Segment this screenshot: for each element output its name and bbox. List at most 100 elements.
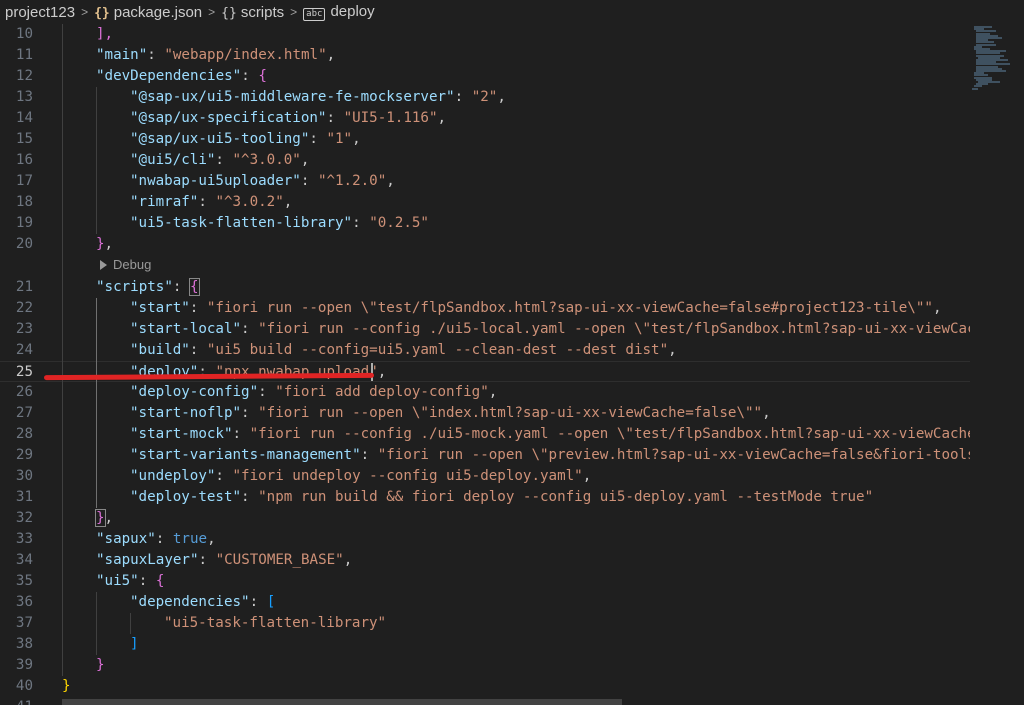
line-number: 39 [15,657,33,673]
code-token: "scripts" [96,279,173,295]
code-token: "nwabap-ui5uploader" [130,173,301,189]
code-text: ], [96,24,113,45]
code-line[interactable]: 28 "start-mock": "fiori run --config ./ui… [0,424,976,445]
line-number: 40 [15,678,33,694]
code-token: "ui5" [96,573,139,589]
chevron-right-icon: > [208,5,216,19]
code-line[interactable]: 26 "deploy-config": "fiori add deploy-con… [0,382,970,403]
code-token: { [258,68,267,84]
code-line[interactable]: 23 "start-local": "fiori run --config ./u… [0,319,976,340]
indent-guide [96,298,97,508]
code-token: "@sap/ux-ui5-tooling" [130,131,310,147]
code-token: "build" [130,342,190,358]
code-token: [ [266,594,276,610]
code-line[interactable]: 10], [0,24,970,45]
code-line[interactable]: 30 "undeploy": "fiori undeploy --config u… [0,466,970,487]
breadcrumb-item-scripts[interactable]: {} scripts [221,4,284,21]
code-token: : [258,384,276,400]
breadcrumb-item-file[interactable]: {} package.json [94,4,202,21]
code-line[interactable]: 17 "nwabap-ui5uploader": "^1.2.0", [0,171,970,192]
code-line[interactable]: 22 "start": "fiori run --open \"test/flpS… [0,298,970,319]
code-line[interactable]: 32}, [0,508,970,529]
code-token: : [147,47,165,63]
code-text: } [62,676,71,697]
code-token: : [241,321,259,337]
code-line[interactable]: 35 "ui5": { [0,571,970,592]
code-token: "sapux" [96,531,156,547]
code-text: "deploy-config": "fiori add deploy-confi… [130,382,497,403]
code-token: "fiori add deploy-config" [275,384,489,400]
code-token: "^1.2.0" [317,173,387,189]
code-token: : [198,552,216,568]
code-line[interactable]: 14 "@sap/ux-specification": "UI5-1.116", [0,108,970,129]
code-token: , [668,342,677,358]
chevron-right-icon: > [81,5,89,19]
breadcrumb-scripts-label: scripts [240,3,285,21]
code-token: "@ui5/cli" [130,152,216,168]
line-number: 35 [15,573,33,589]
code-token: : [138,573,156,589]
code-line[interactable]: 20}, [0,234,970,255]
line-number: 15 [15,131,33,147]
code-token: , [104,510,114,526]
code-line[interactable]: 39} [0,655,970,676]
code-line[interactable]: 27 "start-noflp": "fiori run --open \"ind… [0,403,970,424]
code-token: "UI5-1.116" [343,110,438,126]
code-line[interactable]: 18 "rimraf": "^3.0.2", [0,192,970,213]
play-icon [100,260,107,270]
line-number: 33 [15,531,33,547]
line-number: 17 [15,173,33,189]
code-line[interactable]: 38] [0,634,970,655]
line-number: 27 [15,405,33,421]
code-line[interactable]: 12 "devDependencies": { [0,66,970,87]
code-line[interactable]: 29 "start-variants-management": "fiori ru… [0,445,976,466]
code-line[interactable]: 16 "@ui5/cli": "^3.0.0", [0,150,970,171]
code-text: "dependencies": [ [130,592,275,613]
breadcrumb-deploy-label: deploy [330,3,375,20]
code-line[interactable]: 34 "sapuxLayer": "CUSTOMER_BASE", [0,550,970,571]
code-line[interactable]: 21 "scripts": { [0,277,970,298]
code-line[interactable]: 15 "@sap/ux-ui5-tooling": "1", [0,129,970,150]
breadcrumb: project123 > {} package.json > {} scripts … [0,0,1024,24]
code-text: "start-local": "fiori run --config ./ui5… [130,319,976,340]
code-token: : [249,594,267,610]
line-number: 12 [15,68,33,84]
code-token: : [215,468,233,484]
breadcrumb-item-deploy[interactable]: abc deploy [303,3,375,21]
minimap[interactable] [970,24,1024,705]
code-text: "ui5-task-flatten-library": "0.2.5" [130,213,429,234]
code-line[interactable]: 36 "dependencies": [ [0,592,970,613]
code-line[interactable]: 37 "ui5-task-flatten-library" [0,613,970,634]
code-line[interactable]: 24 "build": "ui5 build --config=ui5.yaml … [0,340,970,361]
line-number: 20 [15,236,33,252]
horizontal-scrollbar[interactable] [62,699,622,705]
code-token: , [437,110,447,126]
code-token: , [497,89,506,105]
code-token: : [352,215,370,231]
line-number: 34 [15,552,33,568]
line-number: 11 [15,47,33,63]
code-token: "@sap/ux-specification" [130,110,327,126]
code-line[interactable]: 40} [0,676,970,697]
code-token: : [360,447,378,463]
code-line[interactable]: 19 "ui5-task-flatten-library": "0.2.5" [0,213,970,234]
line-number: 13 [15,89,33,105]
debug-codelens[interactable]: Debug [100,256,151,274]
code-editor[interactable]: 10], 11 "main": "webapp/index.html", 12 "dev… [0,24,1024,705]
code-text: "ui5": { [96,571,164,592]
code-line[interactable]: 31 "deploy-test": "npm run build && fiori… [0,487,970,508]
code-token: ] [130,636,139,652]
code-token: { [189,278,200,296]
code-token: : [241,489,259,505]
code-line[interactable]: 13 "@sap-ux/ui5-middleware-fe-mockserver"… [0,87,970,108]
breadcrumb-item-project[interactable]: project123 [5,4,75,21]
code-token: "npm run build && fiori deploy --config … [258,489,874,505]
code-line[interactable]: 33 "sapux": true, [0,529,970,550]
code-token: , [932,300,942,316]
code-text: "sapuxLayer": "CUSTOMER_BASE", [96,550,352,571]
code-token: "webapp/index.html" [164,47,327,63]
code-token: "start-noflp" [130,405,242,421]
code-line[interactable]: 11 "main": "webapp/index.html", [0,45,970,66]
code-token: : [215,152,233,168]
code-token: "sapuxLayer" [96,552,199,568]
